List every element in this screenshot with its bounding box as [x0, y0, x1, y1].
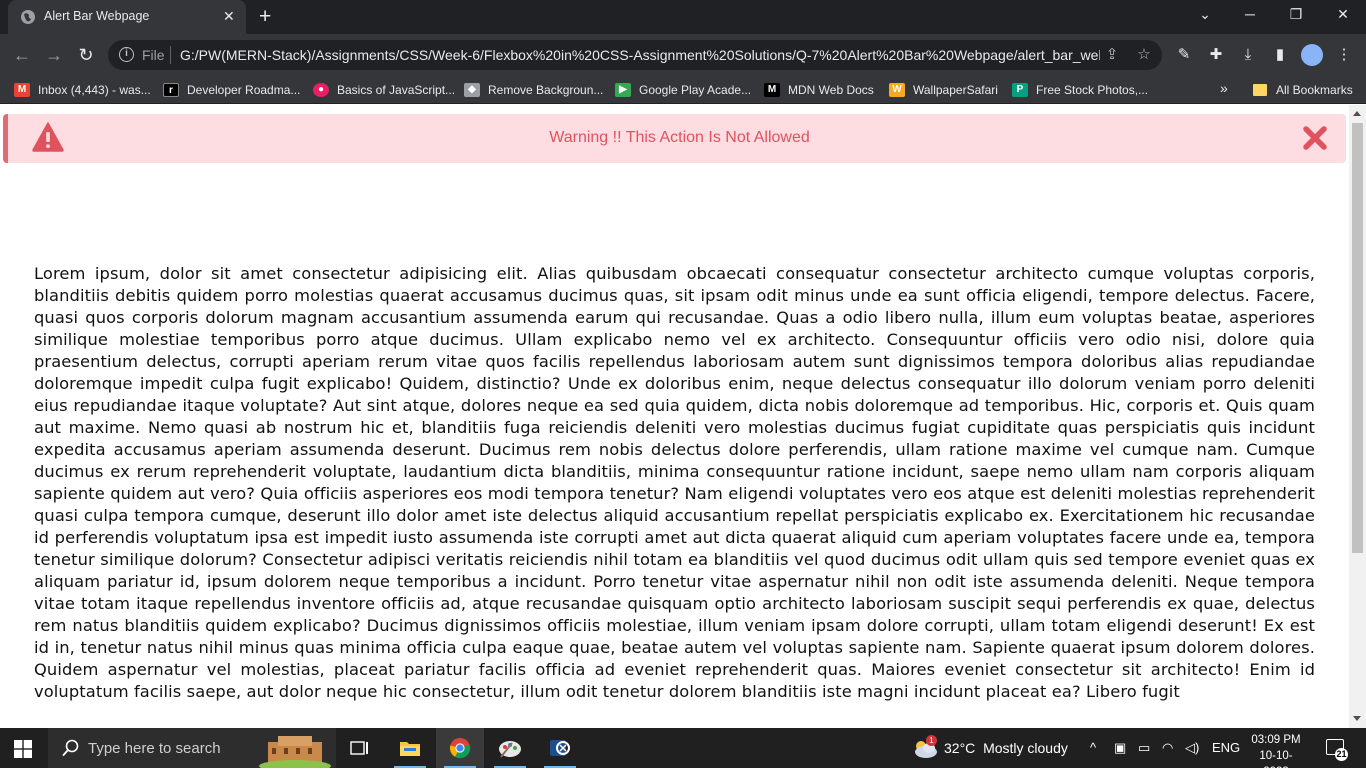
taskbar-search[interactable]: Type here to search: [48, 728, 336, 768]
eyedropper-icon[interactable]: ✎: [1174, 45, 1194, 65]
bookmark-label: Basics of JavaScript...: [337, 83, 456, 97]
bookmarks-bar: M Inbox (4,443) - was... r Developer Roa…: [0, 76, 1366, 104]
bookmark-item[interactable]: ● Basics of JavaScript...: [313, 81, 455, 99]
paint-icon: [499, 741, 521, 758]
bookmark-label: WallpaperSafari: [913, 83, 998, 97]
bookmark-item[interactable]: ▶ Google Play Acade...: [615, 81, 751, 99]
profile-avatar[interactable]: [1301, 44, 1323, 66]
all-bookmarks[interactable]: All Bookmarks: [1276, 83, 1353, 97]
weather-temp: 32°C: [944, 740, 976, 756]
task-view-icon: [350, 741, 368, 755]
tab-strip: Alert Bar Webpage ✕ + ⌄ ─ ❐ ✕: [0, 0, 1366, 34]
download-icon[interactable]: ⤓: [1238, 45, 1258, 65]
tab-title: Alert Bar Webpage: [44, 9, 150, 23]
extensions-icon[interactable]: ✚: [1206, 45, 1226, 65]
battery-icon[interactable]: ▭: [1138, 740, 1150, 756]
notification-count-badge: 21: [1335, 748, 1348, 761]
page-viewport: Warning !! This Action Is Not Allowed Lo…: [0, 105, 1366, 728]
gmail-icon: M: [14, 83, 30, 97]
bookmark-star-icon[interactable]: ☆: [1135, 46, 1153, 64]
clock[interactable]: 03:09 PM 10-10-2023: [1248, 732, 1304, 780]
share-icon[interactable]: ⇪: [1103, 46, 1121, 64]
windows-start-icon[interactable]: [14, 740, 32, 758]
close-window-button[interactable]: ✕: [1333, 6, 1353, 23]
wallpapersafari-icon: W: [889, 83, 905, 97]
close-tab-icon[interactable]: ✕: [223, 8, 235, 25]
url-divider: [170, 46, 171, 64]
url-scheme: File: [142, 47, 165, 63]
chrome-button[interactable]: [436, 728, 484, 768]
remove-bg-icon: ◆: [464, 83, 480, 97]
google-play-icon: ▶: [615, 83, 631, 97]
browser-toolbar: ← → ↻ i File G:/PW(MERN-Stack)/Assignmen…: [0, 34, 1366, 76]
language-indicator[interactable]: ENG: [1212, 740, 1240, 755]
browser-tab[interactable]: Alert Bar Webpage ✕: [8, 0, 246, 34]
volume-icon[interactable]: ◁): [1185, 740, 1199, 756]
bookmark-label: Free Stock Photos,...: [1036, 83, 1149, 97]
clock-time: 03:09 PM: [1251, 734, 1301, 746]
scrollbar-thumb[interactable]: [1352, 123, 1363, 553]
mdn-icon: M: [764, 83, 780, 97]
search-highlight-illustration: [259, 736, 331, 768]
clock-date: 10-10-2023: [1259, 750, 1293, 778]
folder-icon: [1253, 84, 1267, 96]
back-button[interactable]: ←: [10, 43, 34, 67]
snipping-tool-button[interactable]: [536, 728, 584, 768]
tab-search-icon[interactable]: ⌄: [1195, 6, 1215, 23]
wifi-icon[interactable]: ◠: [1162, 740, 1173, 756]
show-hidden-icons-icon[interactable]: ^: [1090, 740, 1096, 755]
info-icon[interactable]: i: [119, 47, 134, 62]
more-bookmarks-icon[interactable]: »: [1220, 80, 1228, 96]
roadmap-icon: r: [163, 83, 179, 97]
search-icon: [62, 739, 79, 756]
close-icon[interactable]: [1302, 125, 1328, 151]
js-basics-icon: ●: [313, 83, 329, 97]
minimize-button[interactable]: ─: [1240, 6, 1260, 22]
forward-button[interactable]: →: [42, 43, 66, 67]
bookmark-label: Inbox (4,443) - was...: [38, 83, 151, 97]
menu-icon[interactable]: ⋮: [1334, 45, 1354, 65]
snipping-tool-icon: [550, 740, 570, 756]
search-placeholder: Type here to search: [88, 740, 221, 757]
bookmark-item[interactable]: M Inbox (4,443) - was...: [14, 81, 151, 99]
bookmark-item[interactable]: ◆ Remove Backgroun...: [464, 81, 603, 99]
task-view-button[interactable]: [336, 728, 384, 768]
alert-bar: Warning !! This Action Is Not Allowed: [3, 114, 1346, 163]
address-bar[interactable]: i File G:/PW(MERN-Stack)/Assignments/CSS…: [108, 40, 1162, 70]
reload-button[interactable]: ↻: [74, 43, 98, 67]
bookmark-item[interactable]: W WallpaperSafari: [889, 81, 998, 99]
bookmark-item[interactable]: r Developer Roadma...: [163, 81, 300, 99]
bookmark-label: Remove Backgroun...: [488, 83, 604, 97]
paint-app-button[interactable]: [486, 728, 534, 768]
globe-icon: [21, 10, 35, 24]
meet-now-icon[interactable]: ▣: [1114, 740, 1126, 756]
weather-alert-badge: 1: [926, 735, 937, 746]
weather-readout[interactable]: 32°C Mostly cloudy: [944, 740, 1068, 756]
side-panel-icon[interactable]: ▮: [1270, 45, 1290, 65]
bookmark-label: MDN Web Docs: [788, 83, 874, 97]
url-text[interactable]: G:/PW(MERN-Stack)/Assignments/CSS/Week-6…: [180, 47, 1100, 63]
windows-taskbar: Type here to search 1 32°C Mostly cloudy…: [0, 728, 1366, 778]
new-tab-button[interactable]: +: [259, 5, 271, 29]
folder-icon: [400, 742, 420, 756]
bookmark-label: Google Play Acade...: [639, 83, 752, 97]
scroll-down-arrow-icon[interactable]: [1353, 716, 1361, 721]
bookmark-item[interactable]: P Free Stock Photos,...: [1012, 81, 1148, 99]
bookmark-item[interactable]: M MDN Web Docs: [764, 81, 874, 99]
body-paragraph: Lorem ipsum, dolor sit amet consectetur …: [34, 264, 1315, 701]
vertical-scrollbar[interactable]: [1349, 105, 1366, 728]
restore-button[interactable]: ❐: [1286, 6, 1306, 23]
bookmark-label: Developer Roadma...: [187, 83, 301, 97]
file-explorer-button[interactable]: [386, 728, 434, 768]
stock-photos-icon: P: [1012, 83, 1028, 97]
alert-message: Warning !! This Action Is Not Allowed: [549, 129, 810, 146]
weather-condition: Mostly cloudy: [983, 740, 1068, 756]
chrome-icon: [449, 738, 471, 759]
scroll-up-arrow-icon[interactable]: [1353, 111, 1361, 116]
